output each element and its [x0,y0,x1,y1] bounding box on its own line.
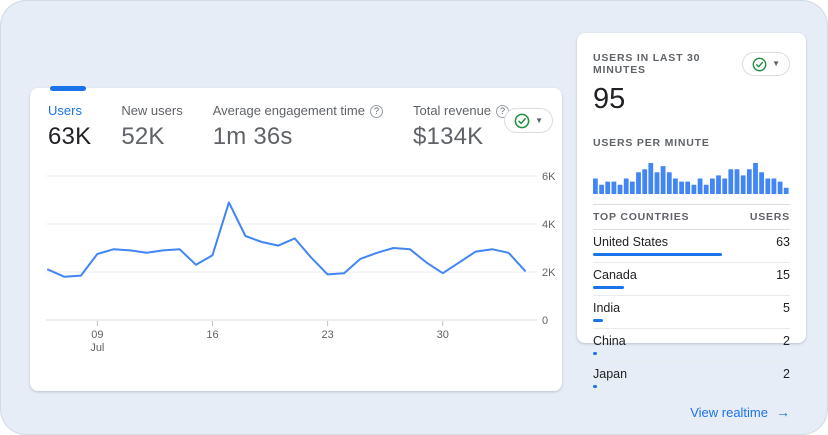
x-tick-label: 30 [437,329,449,341]
selected-tab-indicator [50,86,86,91]
arrow-right-icon: → [776,404,790,420]
minute-bar [777,181,783,194]
minute-bar [691,184,697,194]
minute-bar [679,181,684,194]
country-row: China 2 [593,329,790,362]
country-name: India [593,301,621,315]
minute-bar [685,181,691,194]
minute-bar [765,178,771,194]
minute-bar [716,175,721,194]
users-line-chart: 0 2K 4K 6K 09Jul 16 23 30 [46,171,556,354]
minute-bar [746,169,752,194]
minute-bar [666,172,672,194]
minute-bar [617,184,623,194]
data-quality-dropdown[interactable]: ▼ [504,108,553,133]
top-countries-column-label: TOP COUNTRIES [593,211,690,223]
x-tick-label: 23 [321,329,333,341]
y-tick-label: 6K [542,171,556,183]
minute-bar [759,172,764,194]
country-name: United States [593,235,669,249]
tab-users[interactable]: Users 63K [48,103,91,152]
minute-bar [753,163,758,194]
view-realtime-label: View realtime [690,405,768,420]
users-line [47,201,526,278]
minute-bar [611,181,617,194]
realtime-card: USERS IN LAST 30 MINUTES ▼ 95 USERS PER … [577,33,806,420]
tab-new-users[interactable]: New users 52K [121,103,182,152]
minute-bar [605,181,611,194]
country-users-value: 2 [783,334,790,348]
chevron-down-icon: ▼ [772,59,780,68]
minute-bar [783,187,789,194]
x-tick-label: 16 [206,329,218,341]
tab-total-revenue[interactable]: Total revenue? $134K [412,103,510,152]
tab-value: $134K [412,123,484,150]
country-name: China [593,334,626,348]
country-name: Japan [593,367,628,381]
metric-tabs: Users 63K New users 52K Average engagement t… [48,103,539,152]
check-circle-icon [514,113,530,128]
country-users-value: 15 [776,268,790,282]
tab-label: Users [48,103,82,118]
top-countries-header: TOP COUNTRIES USERS [593,204,790,230]
minute-bar [648,163,654,194]
minute-bar [623,178,629,194]
country-usage-bar [593,319,604,322]
minute-bar [654,172,660,194]
country-users-value: 63 [776,235,790,249]
country-row: United States 63 [593,230,790,263]
country-users-value: 5 [783,301,790,315]
minute-bar [636,172,641,194]
minute-bar [593,178,598,194]
tab-average-engagement-time[interactable]: Average engagement time? 1m 36s [213,103,383,152]
country-row: Canada 15 [593,263,790,296]
minute-bar [697,178,703,194]
minute-bar [771,178,777,194]
country-usage-bar [593,385,598,388]
tab-value: 63K [48,123,92,150]
minute-bar [660,166,666,194]
y-tick-label: 0 [542,315,548,327]
country-row: Japan 2 [593,362,790,395]
minute-bar [629,181,635,194]
minute-bar [599,184,604,194]
minute-bar [728,169,734,194]
minute-bar [703,184,709,194]
users-per-minute-chart [593,163,789,194]
overview-card: Users 63K New users 52K Average engagement t… [30,86,562,391]
minute-bar [734,169,740,194]
minute-bar [710,178,715,194]
country-row: India 5 [593,296,790,329]
country-usage-bar [593,286,624,289]
view-realtime-link[interactable]: View realtime → [593,404,790,420]
users-per-minute-label: USERS PER MINUTE [593,137,710,149]
country-users-value: 2 [783,367,790,381]
users-last-30min-value: 95 [593,83,626,115]
users-last-30min-label: USERS IN LAST 30 MINUTES [593,52,701,76]
users-column-label: USERS [749,211,790,223]
tab-value: 1m 36s [212,123,293,150]
chevron-down-icon: ▼ [535,115,543,125]
y-tick-label: 2K [542,267,556,279]
x-tick-label: 09 [91,329,103,341]
minute-bar [740,175,746,194]
minute-bar [673,178,678,194]
minute-bar [722,178,728,194]
realtime-quality-dropdown[interactable]: ▼ [742,52,790,76]
check-circle-icon [752,57,767,71]
top-countries-table: TOP COUNTRIES USERS United States 63 Canad… [593,204,790,395]
tab-value: 52K [121,123,165,150]
country-name: Canada [593,268,637,282]
tab-label: Total revenue? [413,103,510,119]
y-tick-label: 4K [542,219,556,231]
minute-bar [642,169,648,194]
tab-label: New users [121,103,183,118]
country-usage-bar [593,352,598,355]
help-icon[interactable]: ? [369,105,383,118]
country-usage-bar [593,253,722,256]
tab-label: Average engagement time? [213,103,383,119]
x-tick-sublabel: Jul [90,342,104,354]
